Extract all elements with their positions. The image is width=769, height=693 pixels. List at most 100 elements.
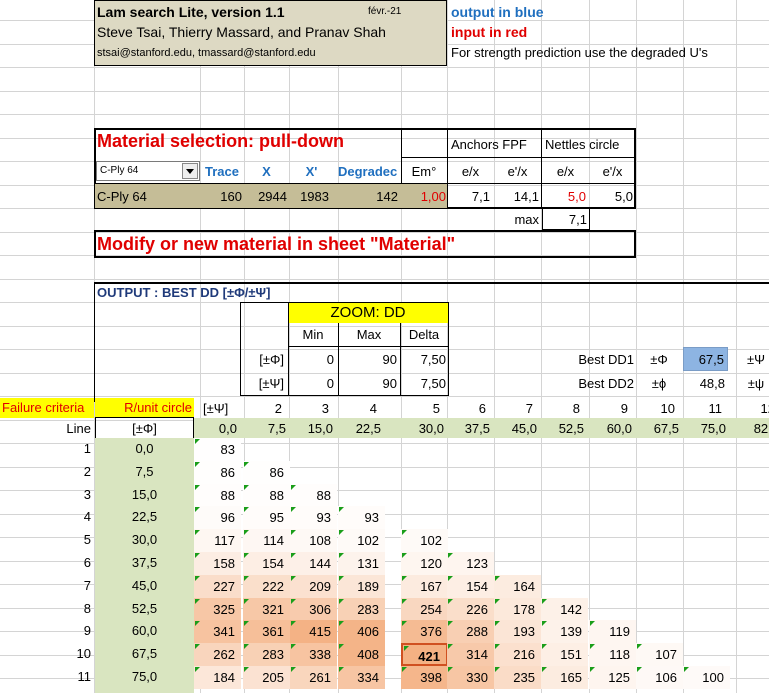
matrix-cell[interactable]: 100: [683, 666, 730, 689]
col-epx-anchors: e'/x: [507, 164, 528, 179]
best-cell[interactable]: 421: [401, 643, 448, 666]
matrix-cell[interactable]: 408: [338, 643, 385, 666]
zoom-psi-label: [±Ψ]: [258, 376, 284, 391]
matrix-cell[interactable]: 108: [290, 529, 337, 552]
authors-text: Steve Tsai, Thierry Massard, and Pranav …: [97, 24, 386, 40]
matrix-cell[interactable]: 88: [243, 484, 290, 507]
matrix-cell[interactable]: 306: [290, 598, 337, 621]
matrix-cell[interactable]: 107: [636, 643, 683, 666]
matrix-cell[interactable]: 93: [290, 506, 337, 529]
matrix-cell[interactable]: 376: [401, 620, 448, 643]
row-line-number: 1: [83, 441, 91, 456]
anchors-epx: 14,1: [513, 189, 539, 204]
matrix-cell[interactable]: 205: [243, 666, 290, 689]
matrix-cell[interactable]: 193: [494, 620, 541, 643]
zoom-col-min: Min: [302, 327, 324, 342]
matrix-cell[interactable]: 131: [338, 552, 385, 575]
dropdown-arrow-icon[interactable]: [182, 163, 198, 179]
matrix-cell[interactable]: 96: [194, 506, 241, 529]
matrix-cell[interactable]: 288: [447, 620, 494, 643]
matrix-cell[interactable]: 398: [401, 666, 448, 689]
matrix-cell[interactable]: 117: [194, 529, 241, 552]
matrix-cell[interactable]: 114: [243, 529, 290, 552]
max-value: 7,1: [568, 212, 587, 227]
matrix-cell[interactable]: 158: [194, 552, 241, 575]
matrix-cell[interactable]: 144: [290, 552, 337, 575]
matrix-cell[interactable]: 139: [541, 620, 588, 643]
zoom-title: ZOOM: DD: [288, 303, 448, 323]
row-line-number: 11: [77, 669, 92, 684]
col-angle: 75,0: [700, 421, 726, 436]
matrix-cell[interactable]: 118: [589, 643, 636, 666]
nettles-ex[interactable]: 5,0: [542, 189, 586, 204]
matrix-cell[interactable]: 341: [194, 620, 241, 643]
matrix-cell[interactable]: 338: [290, 643, 337, 666]
matrix-cell[interactable]: 261: [290, 666, 337, 689]
matrix-cell[interactable]: 325: [194, 598, 241, 621]
row-angle: 67,5: [131, 646, 158, 661]
zoom-psi-delta: 7,50: [420, 376, 446, 391]
zoom-psi-max[interactable]: 90: [338, 376, 397, 391]
matrix-cell[interactable]: 178: [494, 598, 541, 621]
matrix-cell[interactable]: 222: [243, 575, 290, 598]
col-angle: 82,5: [753, 421, 769, 436]
best-dd1-label: Best DD1: [578, 352, 634, 367]
matrix-cell[interactable]: 209: [290, 575, 337, 598]
zoom-phi-max[interactable]: 90: [338, 352, 397, 367]
anchors-ex: 7,1: [471, 189, 490, 204]
matrix-cell[interactable]: 283: [243, 643, 290, 666]
dd1-phi-symbol: ±Φ: [650, 352, 668, 367]
matrix-cell[interactable]: 167: [401, 575, 448, 598]
row-line-number: 4: [83, 509, 91, 524]
matrix-cell[interactable]: 120: [401, 552, 448, 575]
matrix-cell[interactable]: 93: [338, 506, 385, 529]
matrix-cell[interactable]: 142: [541, 598, 588, 621]
col-angle: 22,5: [355, 421, 381, 436]
matrix-cell[interactable]: 102: [338, 529, 385, 552]
matrix-cell[interactable]: 334: [338, 666, 385, 689]
input-red-note: input in red: [451, 24, 528, 40]
matrix-cell[interactable]: 314: [447, 643, 494, 666]
matrix-cell[interactable]: 226: [447, 598, 494, 621]
matrix-cell[interactable]: 88: [290, 484, 337, 507]
matrix-cell[interactable]: 119: [589, 620, 636, 643]
col-number: 3: [321, 401, 329, 416]
col-angle: 45,0: [511, 421, 537, 436]
dd1-phi-value: 67,5: [683, 347, 728, 371]
matrix-cell[interactable]: 235: [494, 666, 541, 689]
matrix-cell[interactable]: 262: [194, 643, 241, 666]
matrix-cell[interactable]: 254: [401, 598, 448, 621]
material-x: 2944: [258, 189, 287, 204]
matrix-cell[interactable]: 86: [194, 461, 241, 484]
matrix-cell[interactable]: 189: [338, 575, 385, 598]
matrix-cell[interactable]: 154: [447, 575, 494, 598]
matrix-cell[interactable]: 164: [494, 575, 541, 598]
zoom-psi-min[interactable]: 0: [288, 376, 334, 391]
material-em[interactable]: 1,00: [401, 189, 446, 204]
matrix-cell[interactable]: 216: [494, 643, 541, 666]
matrix-cell[interactable]: 321: [243, 598, 290, 621]
matrix-cell[interactable]: 283: [338, 598, 385, 621]
matrix-cell[interactable]: 102: [401, 529, 448, 552]
matrix-cell[interactable]: 184: [194, 666, 241, 689]
matrix-cell[interactable]: 154: [243, 552, 290, 575]
matrix-cell[interactable]: 123: [447, 552, 494, 575]
material-dropdown[interactable]: C-Ply 64: [96, 161, 200, 181]
matrix-cell[interactable]: 151: [541, 643, 588, 666]
matrix-cell[interactable]: 406: [338, 620, 385, 643]
row-line-number: 6: [83, 555, 91, 570]
matrix-cell[interactable]: 95: [243, 506, 290, 529]
matrix-cell[interactable]: 227: [194, 575, 241, 598]
matrix-cell[interactable]: 86: [243, 461, 290, 484]
matrix-cell[interactable]: 415: [290, 620, 337, 643]
row-angle: 60,0: [131, 623, 158, 638]
matrix-cell[interactable]: 83: [194, 438, 241, 461]
matrix-cell[interactable]: 88: [194, 484, 241, 507]
zoom-phi-min[interactable]: 0: [288, 352, 334, 367]
matrix-cell[interactable]: 125: [589, 666, 636, 689]
matrix-cell[interactable]: 106: [636, 666, 683, 689]
matrix-cell[interactable]: 361: [243, 620, 290, 643]
matrix-cell[interactable]: 330: [447, 666, 494, 689]
matrix-cell[interactable]: 165: [541, 666, 588, 689]
line-label: Line: [66, 421, 91, 436]
